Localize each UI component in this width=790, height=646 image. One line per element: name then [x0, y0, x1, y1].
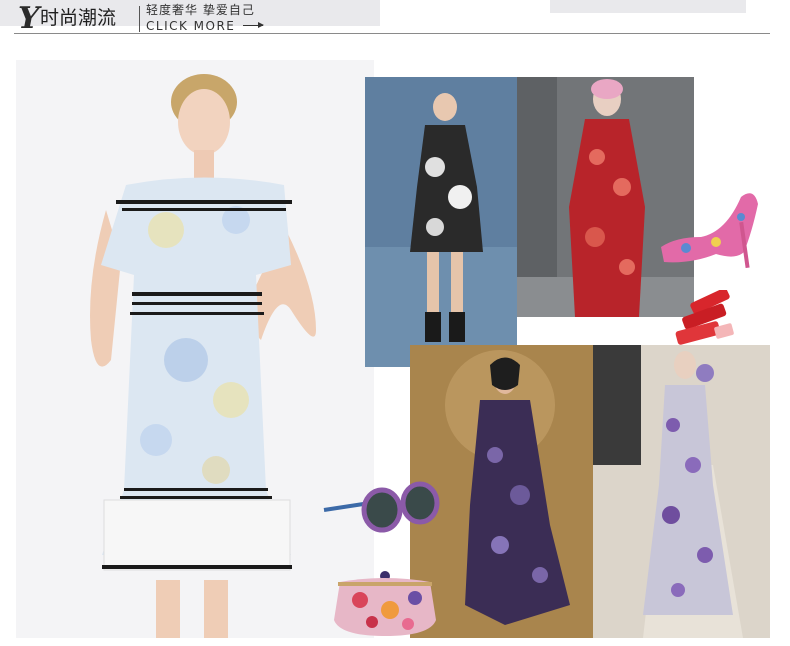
- section-subtitle: 轻度奢华 挚爱自己: [146, 3, 255, 17]
- runway-1-illustration: [365, 77, 517, 367]
- red-lipsticks[interactable]: [670, 290, 740, 350]
- runway-4-illustration: [593, 345, 770, 638]
- model-white-floral-dress[interactable]: [16, 60, 374, 638]
- click-more-link[interactable]: CLICK MORE: [146, 19, 235, 33]
- model-illustration: [90, 74, 316, 638]
- header-rule: [14, 33, 770, 34]
- clutch-illustration: [334, 571, 436, 636]
- lipstick-illustration: [675, 290, 734, 345]
- runway-lavender-floral-gown[interactable]: [593, 345, 770, 638]
- logo-letter: Y: [18, 1, 40, 36]
- shoe-illustration: [661, 193, 758, 268]
- floral-clutch-bag[interactable]: [330, 570, 440, 638]
- floral-stiletto-pump[interactable]: [656, 182, 764, 268]
- section-title: 时尚潮流: [40, 7, 117, 29]
- header-divider: [139, 6, 140, 32]
- header-band-right: [550, 0, 746, 13]
- runway-black-floral-dress[interactable]: [365, 77, 517, 367]
- sunglasses-illustration: [323, 481, 440, 533]
- floral-sunglasses[interactable]: [322, 475, 442, 541]
- arrow-right-icon: [243, 22, 264, 28]
